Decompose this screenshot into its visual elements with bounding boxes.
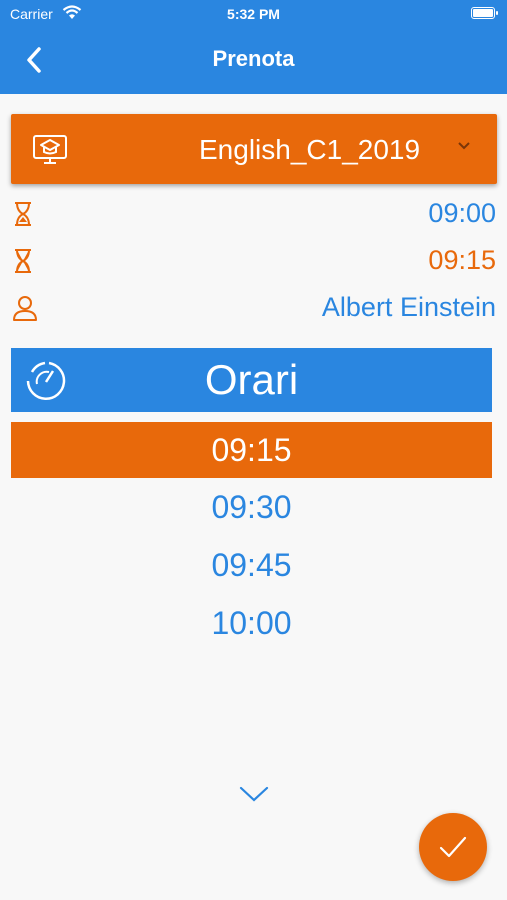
hourglass-end-icon xyxy=(15,249,31,273)
time-slot-list: 09:15 09:30 09:45 10:00 xyxy=(11,422,492,652)
hourglass-start-icon xyxy=(15,202,31,226)
confirm-button[interactable] xyxy=(419,813,487,881)
battery-icon xyxy=(471,7,498,19)
navigation-header: Carrier 5:32 PM Prenota xyxy=(0,0,507,94)
schedule-header: Orari xyxy=(11,348,492,412)
end-time-row: 09:15 xyxy=(0,241,507,281)
status-time: 5:32 PM xyxy=(227,6,280,22)
scroll-down-icon[interactable] xyxy=(238,784,270,804)
start-time-row: 09:00 xyxy=(0,194,507,234)
teacher-row: Albert Einstein xyxy=(0,288,507,328)
time-slot[interactable]: 09:30 xyxy=(11,478,492,536)
checkmark-icon xyxy=(439,836,467,858)
start-time-value: 09:00 xyxy=(428,198,496,228)
computer-graduation-icon xyxy=(33,135,67,164)
time-slot[interactable]: 09:45 xyxy=(11,536,492,594)
time-slot[interactable]: 09:15 xyxy=(11,422,492,478)
time-slot[interactable]: 10:00 xyxy=(11,594,492,652)
end-time-value: 09:15 xyxy=(428,245,496,275)
chevron-down-icon xyxy=(458,142,470,150)
page-title: Prenota xyxy=(212,46,295,71)
course-dropdown[interactable]: English_C1_2019 xyxy=(11,114,497,184)
person-icon xyxy=(13,296,37,321)
schedule-title: Orari xyxy=(204,356,299,403)
teacher-name: Albert Einstein xyxy=(321,292,496,322)
battery-fill xyxy=(473,9,493,17)
course-name: English_C1_2019 xyxy=(199,134,421,165)
status-bar: Carrier 5:32 PM xyxy=(0,0,507,28)
